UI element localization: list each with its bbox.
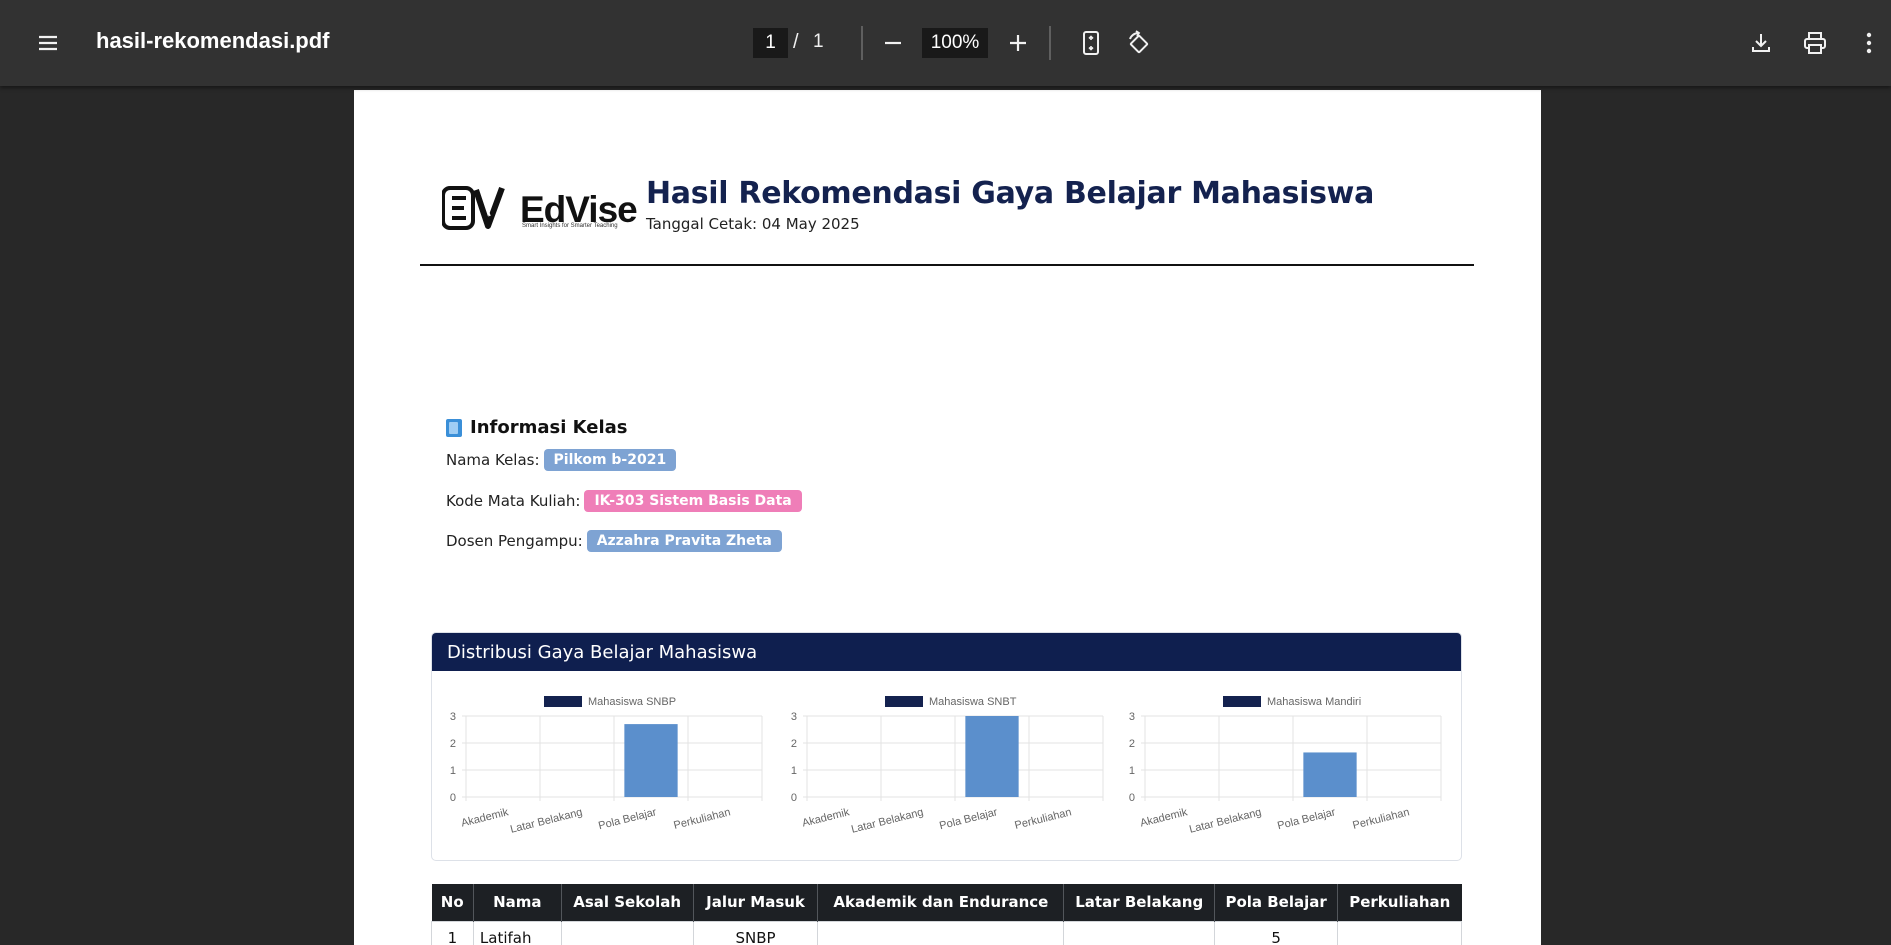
- plus-icon: [1010, 35, 1026, 51]
- brand-tagline: Smart Insights for Smarter Teaching: [522, 223, 618, 229]
- column-header: Pola Belajar: [1214, 884, 1339, 921]
- column-header: Perkuliahan: [1337, 884, 1462, 921]
- lecturer-label: Dosen Pengampu:: [446, 532, 583, 550]
- toolbar-divider: [1049, 26, 1051, 60]
- chart-bar: [1303, 752, 1357, 797]
- x-tick-label: Akademik: [1139, 806, 1189, 829]
- x-tick-label: Akademik: [460, 806, 510, 829]
- table-header-row: No Nama Asal Sekolah Jalur Masuk Akademik da…: [431, 884, 1462, 921]
- x-tick-label: Perkuliahan: [672, 806, 731, 832]
- table-cell: [817, 920, 1065, 945]
- column-header: Latar Belakang: [1063, 884, 1216, 921]
- chart-bar: [624, 724, 678, 797]
- more-options-button[interactable]: [1851, 23, 1887, 63]
- course-code-row: Kode Mata Kuliah: IK-303 Sistem Basis Da…: [446, 490, 802, 512]
- toolbar-divider: [861, 26, 863, 60]
- table-cell: 1: [431, 920, 474, 945]
- x-tick-label: Pola Belajar: [938, 806, 999, 832]
- distribution-charts: Mahasiswa SNBP3210Akademik Latar Belakang…: [450, 696, 1442, 836]
- x-tick-label: Perkuliahan: [1351, 806, 1410, 832]
- legend-swatch: [544, 696, 582, 707]
- course-code-label: Kode Mata Kuliah:: [446, 492, 581, 510]
- minus-icon: [885, 41, 901, 45]
- class-name-label: Nama Kelas:: [446, 451, 540, 469]
- x-tick-label: Perkuliahan: [1013, 806, 1072, 832]
- table-cell: SNBP: [692, 920, 819, 945]
- legend-label: Mahasiswa SNBP: [588, 696, 676, 708]
- table-body: 1 Latifah SNBP 5: [431, 920, 1462, 945]
- class-info-heading-label: Informasi Kelas: [470, 417, 628, 438]
- document-title: hasil-rekomendasi.pdf: [96, 28, 330, 53]
- x-tick-label: Akademik: [801, 806, 851, 829]
- class-info-heading: Informasi Kelas: [446, 417, 628, 438]
- download-icon: [1752, 34, 1770, 52]
- x-tick-label: Latar Belakang: [509, 806, 584, 836]
- x-tick-label: Latar Belakang: [1188, 806, 1263, 836]
- distribution-heading: Distribusi Gaya Belajar Mahasiswa: [432, 633, 1461, 671]
- legend-label: Mahasiswa SNBT: [929, 696, 1017, 708]
- page-total: 1: [813, 31, 824, 52]
- lecturer-row: Dosen Pengampu: Azzahra Pravita Zheta: [446, 530, 782, 552]
- header-divider: [420, 264, 1474, 266]
- class-name-row: Nama Kelas: Pilkom b-2021: [446, 449, 677, 471]
- x-tick-label: Latar Belakang: [850, 806, 925, 836]
- column-header: Asal Sekolah: [561, 884, 694, 921]
- rotate-button[interactable]: [1119, 23, 1159, 63]
- chart-bar: [965, 716, 1019, 797]
- class-name-badge: Pilkom b-2021: [543, 449, 677, 471]
- y-tick-label: 1: [791, 765, 797, 777]
- column-header: Jalur Masuk: [693, 884, 819, 921]
- y-tick-label: 3: [1129, 711, 1135, 723]
- column-header: Akademik dan Endurance: [817, 884, 1065, 921]
- print-date: Tanggal Cetak: 04 May 2025: [646, 215, 860, 233]
- y-tick-label: 3: [791, 711, 797, 723]
- zoom-in-button[interactable]: [998, 23, 1038, 63]
- zoom-level-input[interactable]: 100%: [922, 28, 988, 58]
- table-row: 1 Latifah SNBP 5: [431, 920, 1462, 945]
- fit-to-page-button[interactable]: [1071, 23, 1111, 63]
- legend-swatch: [885, 696, 923, 707]
- table-cell: 5: [1214, 920, 1339, 945]
- page-number-input[interactable]: 1: [753, 28, 788, 58]
- table-cell: [560, 920, 694, 945]
- report-title: Hasil Rekomendasi Gaya Belajar Mahasiswa: [646, 176, 1375, 211]
- table-cell: Latifah: [472, 920, 562, 945]
- column-header: No: [431, 884, 474, 921]
- book-icon: [446, 418, 462, 437]
- y-tick-label: 0: [450, 792, 456, 804]
- pdf-viewer-toolbar: hasil-rekomendasi.pdf 1 / 1 100%: [0, 0, 1891, 86]
- rotate-icon: [1129, 30, 1149, 54]
- y-tick-label: 0: [791, 792, 797, 804]
- pdf-page: EdVise Smart Insights for Smarter Teachi…: [354, 90, 1541, 945]
- legend-swatch: [1223, 696, 1261, 707]
- fit-page-icon: [1083, 31, 1099, 55]
- y-tick-label: 2: [791, 738, 797, 750]
- students-table: No Nama Asal Sekolah Jalur Masuk Akademik da…: [431, 884, 1462, 945]
- legend-label: Mahasiswa Mandiri: [1267, 696, 1361, 708]
- column-header: Nama: [473, 884, 562, 921]
- distribution-card: Distribusi Gaya Belajar Mahasiswa Mahasi…: [431, 632, 1462, 861]
- lecturer-badge: Azzahra Pravita Zheta: [586, 530, 782, 552]
- page-separator: /: [793, 31, 799, 53]
- menu-icon: [39, 35, 57, 51]
- y-tick-label: 2: [450, 738, 456, 750]
- table-cell: [1337, 920, 1462, 945]
- download-button[interactable]: [1741, 23, 1781, 63]
- y-tick-label: 2: [1129, 738, 1135, 750]
- course-code-badge: IK-303 Sistem Basis Data: [584, 490, 802, 512]
- y-tick-label: 0: [1129, 792, 1135, 804]
- y-tick-label: 1: [1129, 765, 1135, 777]
- x-tick-label: Pola Belajar: [1276, 806, 1337, 832]
- zoom-out-button[interactable]: [873, 23, 913, 63]
- print-button[interactable]: [1795, 23, 1835, 63]
- y-tick-label: 3: [450, 711, 456, 723]
- table-cell: [1063, 920, 1216, 945]
- x-tick-label: Pola Belajar: [597, 806, 658, 832]
- y-tick-label: 1: [450, 765, 456, 777]
- print-icon: [1804, 32, 1826, 54]
- more-vert-icon: [1866, 32, 1872, 54]
- menu-button[interactable]: [28, 23, 68, 63]
